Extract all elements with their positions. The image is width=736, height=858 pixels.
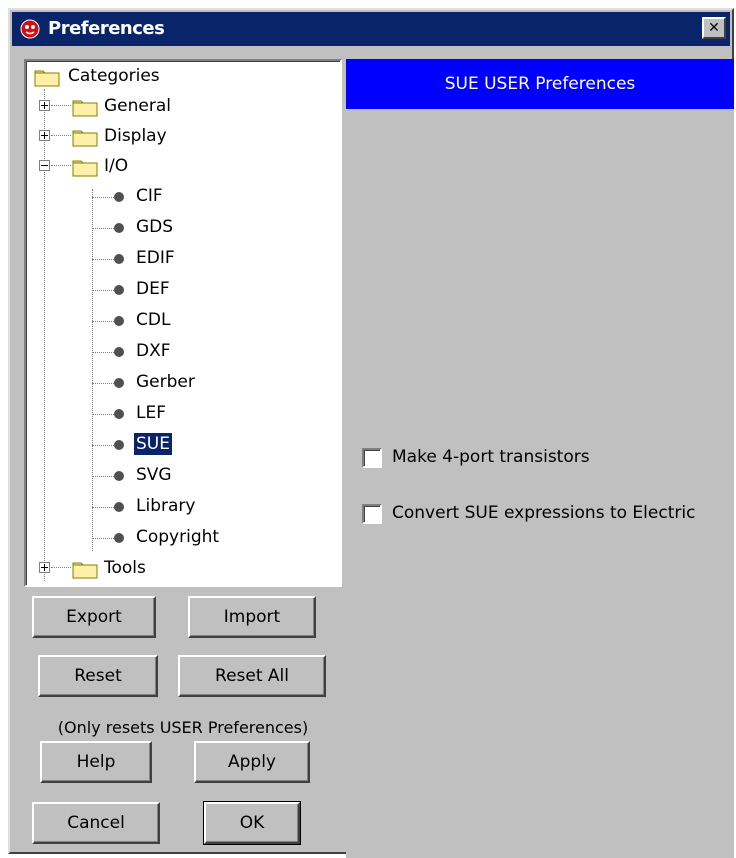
reset-button[interactable]: Reset (38, 655, 158, 697)
folder-icon (72, 100, 98, 117)
expand-icon[interactable] (39, 562, 50, 573)
tree-item-label: DXF (136, 341, 171, 361)
tree-item-label: SVG (136, 465, 172, 485)
reset-note: (Only resets USER Preferences) (57, 718, 309, 737)
tree-item-label: CDL (136, 310, 171, 330)
tree-item-label: Copyright (136, 527, 220, 547)
bullet-icon (114, 502, 124, 512)
folder-icon (34, 70, 60, 87)
four-port-label: Make 4-port transistors (392, 447, 590, 467)
import-button[interactable]: Import (188, 596, 316, 638)
tree-item-copyright[interactable]: Copyright (30, 522, 330, 552)
bullet-icon (114, 285, 124, 295)
tree-item-tools[interactable]: Tools (30, 553, 330, 583)
tree-item-label: EDIF (136, 248, 175, 268)
settings-panel: SUE USER Preferences Make 4-port transis… (346, 59, 734, 858)
tree-item-edif[interactable]: EDIF (30, 243, 330, 273)
tree-item-dxf[interactable]: DXF (30, 336, 330, 366)
tree-item-lef[interactable]: LEF (30, 398, 330, 428)
tree-item-label: Tools (104, 558, 146, 578)
close-icon: ✕ (708, 20, 720, 36)
tree-item-svg[interactable]: SVG (30, 460, 330, 490)
tree-item-cdl[interactable]: CDL (30, 305, 330, 335)
tree-item-general[interactable]: General (30, 91, 330, 121)
reset-all-button[interactable]: Reset All (178, 655, 326, 697)
bullet-icon (114, 378, 124, 388)
expand-icon[interactable] (39, 100, 50, 111)
panel-header: SUE USER Preferences (346, 59, 734, 109)
export-button[interactable]: Export (32, 596, 156, 638)
tree-item-label: LEF (136, 403, 166, 423)
tree-item-label: DEF (136, 279, 170, 299)
tree-root[interactable]: Categories (30, 61, 330, 91)
tree-item-label: Gerber (136, 372, 195, 392)
preferences-window: Preferences ✕ Categories General Display… (8, 8, 734, 858)
tree-item-gds[interactable]: GDS (30, 212, 330, 242)
tree-item-sue[interactable]: SUE (30, 429, 330, 459)
tree-root-label: Categories (68, 66, 160, 86)
folder-icon (72, 562, 98, 579)
window-title: Preferences (48, 18, 165, 39)
tree-item-gerber[interactable]: Gerber (30, 367, 330, 397)
bullet-icon (114, 409, 124, 419)
electric-app-icon (20, 19, 40, 39)
bullet-icon (114, 471, 124, 481)
tree-item-def[interactable]: DEF (30, 274, 330, 304)
tree-item-label: I/O (104, 156, 129, 176)
bullet-icon (114, 254, 124, 264)
four-port-checkbox[interactable] (362, 448, 382, 468)
bullet-icon (114, 223, 124, 233)
bullet-icon (114, 533, 124, 543)
cancel-button[interactable]: Cancel (32, 802, 160, 844)
convert-expressions-checkbox[interactable] (362, 504, 382, 524)
tree-item-label: GDS (136, 217, 174, 237)
collapse-icon[interactable] (39, 160, 50, 171)
tree-item-io[interactable]: I/O (30, 151, 330, 181)
expand-icon[interactable] (39, 130, 50, 141)
close-button[interactable]: ✕ (702, 17, 726, 39)
folder-icon (72, 160, 98, 177)
bullet-icon (114, 440, 124, 450)
tree-item-label: General (104, 96, 171, 116)
tree-item-label: Library (136, 496, 196, 516)
bullet-icon (114, 316, 124, 326)
category-tree[interactable]: Categories General Display I/O CIF GDS E… (24, 59, 342, 587)
tree-item-display[interactable]: Display (30, 121, 330, 151)
tree-item-label-selected: SUE (134, 433, 172, 455)
tree-item-library[interactable]: Library (30, 491, 330, 521)
help-button[interactable]: Help (40, 741, 152, 783)
tree-item-label: Display (104, 126, 167, 146)
folder-icon (72, 130, 98, 147)
tree-item-label: CIF (136, 186, 163, 206)
title-bar[interactable]: Preferences ✕ (12, 12, 730, 46)
apply-button[interactable]: Apply (194, 741, 310, 783)
tree-item-cif[interactable]: CIF (30, 181, 330, 211)
bullet-icon (114, 347, 124, 357)
ok-button[interactable]: OK (203, 801, 301, 845)
bullet-icon (114, 192, 124, 202)
convert-expressions-label: Convert SUE expressions to Electric (392, 503, 696, 523)
